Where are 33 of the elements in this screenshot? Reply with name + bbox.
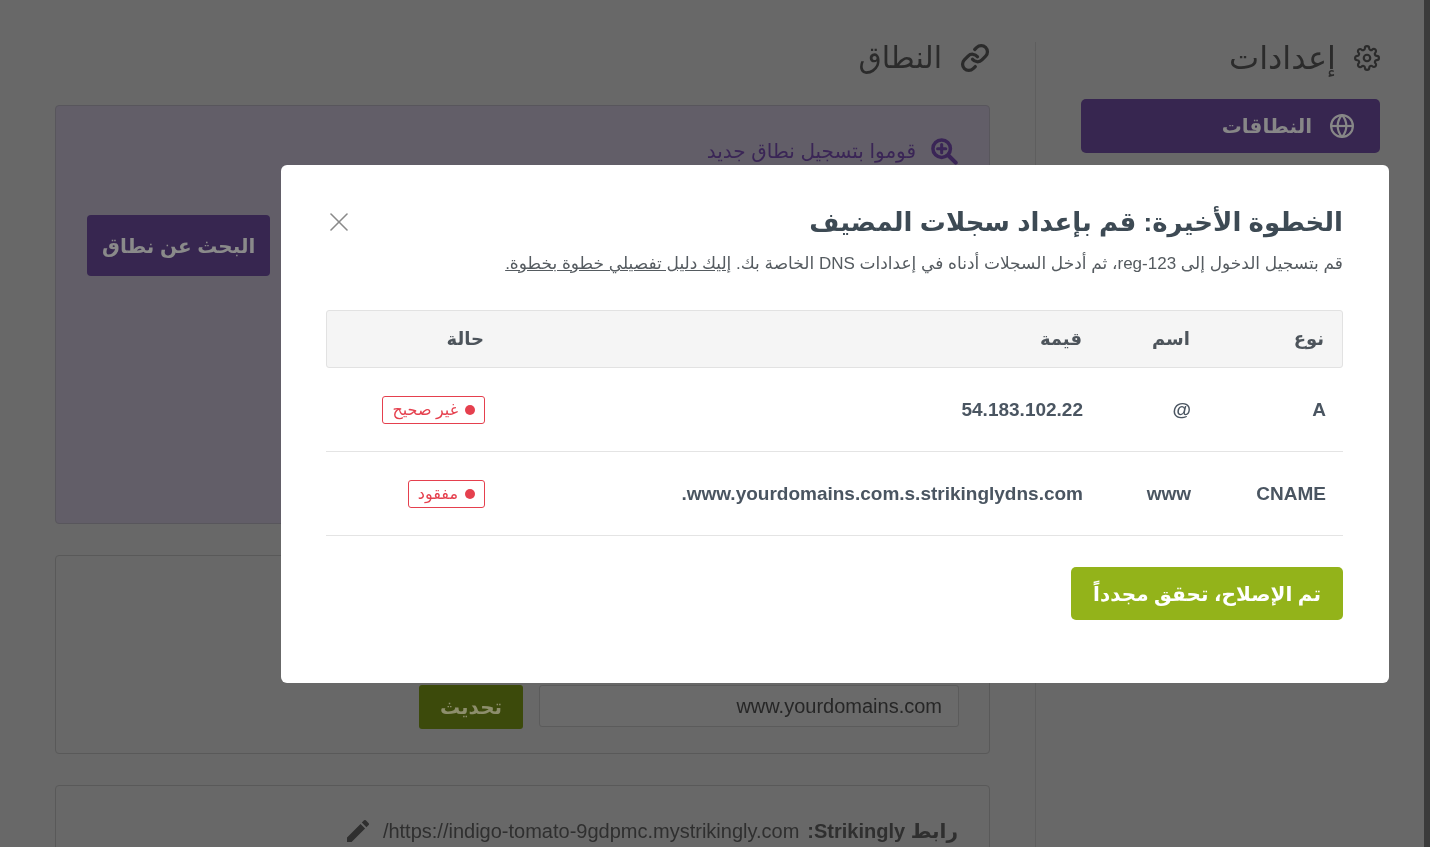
status-dot-icon [465,488,475,499]
table-cell-text: @ [1171,398,1192,421]
guide-link[interactable]: إليك دليل تفصيلي خطوة بخطوة. [505,254,732,273]
close-icon[interactable] [330,213,348,231]
update-button[interactable]: تحديث [419,685,523,729]
pencil-icon[interactable] [346,820,369,842]
column-header: قيمة [1038,328,1083,350]
search-domain-button[interactable]: البحث عن نطاق [87,215,271,276]
domain-input[interactable]: www.yourdomains.com [539,685,959,727]
column-header: نوع [1292,328,1325,350]
table-cell-text: 54.183.102.22 [960,398,1084,421]
column-header: حالة [445,328,485,350]
site-url-label: رابط Strikingly: [807,819,958,845]
status-label: غير صحيح [392,399,458,421]
column-header: اسم [1151,328,1191,350]
table-cell-text: www.yourdomains.com.s.strikinglydns.com. [680,482,1084,505]
sidebar-title: إعدادات [1229,39,1336,78]
page-title: النطاق [858,40,942,76]
recheck-button[interactable]: تم الإصلاح، تحقق مجدداً [1071,567,1343,620]
globe-icon [1330,114,1354,138]
sidebar-item[interactable]: النطاقات [1081,99,1380,153]
table-cell-text: A [1311,398,1327,421]
status-label: مفقود [417,483,458,505]
magnifier-plus-icon [930,137,958,165]
site-url-text: https://indigo-tomato-9gdpmc.mystrikingly.com/ [382,819,800,844]
settings-icon [1354,45,1380,71]
link-icon [960,43,990,73]
table-cell-text: CNAME [1255,482,1327,505]
dialog-instructions: قم بتسجيل الدخول إلى reg-123، ثم أدخل السجلات أدناه في إعدادات DNS الخاصة بك. إليك دليل تفصيلي خطوة بخطوة. [504,251,1343,276]
dialog-title: الخطوة الأخيرة: قم بإعداد سجلات المضيف [809,205,1343,240]
table-cell-text: www [1145,482,1192,505]
status-dot-icon [465,404,475,415]
register-domain-link[interactable]: قوموا بتسجيل نطاق جديد [706,137,916,165]
